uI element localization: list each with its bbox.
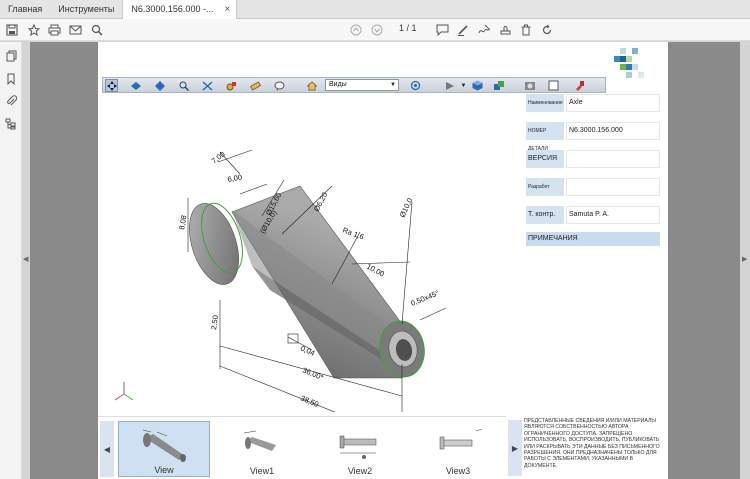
title-row-developer: Разработ [526, 178, 660, 196]
render-mode-icon[interactable] [471, 79, 484, 92]
tab-bar: Главная Инструменты N6.3000.156.000 -...… [0, 0, 750, 19]
title-row-checker: Т. контр. Samuta P. A. [526, 206, 660, 224]
main-toolbar: 1 / 1 [0, 19, 750, 41]
delete-icon[interactable] [518, 22, 534, 38]
page-number-input[interactable]: 1 [390, 23, 404, 33]
title-label: Т. контр. [526, 206, 564, 224]
model-tree-icon[interactable] [409, 79, 422, 92]
tab-document[interactable]: N6.3000.156.000 -... × [122, 0, 238, 19]
dim-label: 2,50 [209, 315, 220, 331]
dim-label: 0,04 [299, 344, 316, 358]
thumbnail-view3[interactable]: View3 [412, 421, 504, 477]
title-value: N6.3000.156.000 [566, 122, 660, 140]
pdf-page: Виды ▼ ▼ 7,00 6,00 8,08 Ø15,60 Ø6,20 (Ø1… [98, 42, 668, 479]
collapse-right-icon[interactable]: ▶ [742, 255, 747, 263]
dim-label: 7,00 [210, 149, 227, 165]
views-dropdown[interactable]: Виды ▼ [325, 79, 399, 91]
layers-icon[interactable] [4, 117, 18, 131]
thumb-prev-icon[interactable]: ◀ [100, 421, 114, 477]
dim-label: 38,50 [299, 394, 320, 409]
document-gutter-right [668, 42, 740, 479]
title-row-part-number: НОМЕР ДЕТАЛИ N6.3000.156.000 [526, 122, 660, 152]
title-row-version: ВЕРСИЯ [526, 150, 660, 168]
title-value: Samuta P. A. [566, 206, 660, 224]
title-value [566, 150, 660, 168]
comment-icon[interactable] [434, 22, 450, 38]
pan-tool-icon[interactable] [129, 79, 142, 92]
section-icon[interactable] [547, 79, 560, 92]
thumbnail-view[interactable]: View [118, 421, 210, 477]
thumbnail-label: View [154, 465, 174, 475]
dim-label: Ø10,0 [398, 197, 415, 219]
home-view-icon[interactable] [305, 79, 318, 92]
rotate-tool-icon[interactable] [105, 79, 118, 92]
title-label: Наименование [526, 94, 564, 112]
tab-document-label: N6.3000.156.000 -... [131, 4, 214, 14]
page-down-icon[interactable] [369, 22, 385, 38]
thumb-next-icon[interactable]: ▶ [508, 420, 522, 476]
save-icon[interactable] [4, 22, 20, 38]
zoom-tool-icon[interactable] [177, 79, 190, 92]
fly-tool-icon[interactable] [201, 79, 214, 92]
stamp-icon[interactable] [497, 22, 513, 38]
dim-label: 0,50x45° [409, 288, 440, 307]
collapse-left-icon[interactable]: ◀ [23, 255, 28, 263]
page-indicator: 1 / 1 [390, 23, 417, 33]
dim-label: 10,00 [365, 262, 386, 279]
bookmark-icon[interactable] [4, 72, 18, 86]
tab-home[interactable]: Главная [0, 0, 50, 19]
move-tool-icon[interactable] [153, 79, 166, 92]
title-label: НОМЕР ДЕТАЛИ [526, 122, 564, 152]
play-animation-icon[interactable] [443, 79, 456, 92]
axis-triad-icon [114, 382, 134, 401]
dim-label: 6,00 [227, 173, 243, 184]
sign-icon[interactable] [476, 22, 492, 38]
disclaimer-text: Представленные сведения и/или материалы … [524, 418, 660, 469]
technical-drawing[interactable]: 7,00 6,00 8,08 Ø15,60 Ø6,20 (Ø10,0) Ra 1… [102, 94, 522, 412]
rotate-icon[interactable] [539, 22, 555, 38]
title-label: ВЕРСИЯ [526, 150, 564, 168]
document-gutter-left [30, 42, 98, 479]
dim-label: Ra 1,6 [341, 225, 365, 241]
search-icon[interactable] [89, 22, 105, 38]
title-row-name: Наименование Axle [526, 94, 660, 112]
left-sidebar [0, 42, 22, 479]
viewer-toolbar: Виды ▼ ▼ [102, 77, 606, 93]
play-dropdown-icon[interactable]: ▼ [457, 79, 470, 92]
thumbnail-label: View2 [347, 466, 373, 476]
title-value [566, 178, 660, 196]
notes-heading: ПРИМЕЧАНИЯ [526, 232, 660, 246]
color-picker-icon[interactable] [573, 79, 586, 92]
thumbnail-label: View1 [249, 466, 275, 476]
measure-tool-icon[interactable] [249, 79, 262, 92]
dim-label: Ø6,20 [312, 191, 330, 213]
thumbnail-view1[interactable]: View1 [216, 421, 308, 477]
pages-icon[interactable] [4, 49, 18, 63]
close-icon[interactable]: × [225, 0, 231, 19]
views-dropdown-value: Виды [329, 81, 347, 88]
dim-label: 36,00* [301, 366, 325, 382]
mail-icon[interactable] [67, 22, 83, 38]
attachment-icon[interactable] [4, 94, 18, 108]
title-value: Axle [566, 94, 660, 112]
title-label: Разработ [526, 178, 564, 196]
lighting-icon[interactable] [493, 79, 506, 92]
camera-tool-icon[interactable] [225, 79, 238, 92]
dim-label: 8,08 [177, 214, 188, 230]
thumbnail-label: View3 [445, 466, 471, 476]
background-color-icon[interactable] [523, 79, 536, 92]
print-icon[interactable] [46, 22, 62, 38]
company-logo [614, 48, 652, 80]
chevron-down-icon: ▼ [390, 82, 396, 88]
pen-icon[interactable] [455, 22, 471, 38]
page-up-icon[interactable] [348, 22, 364, 38]
view-thumbnails: ◀ View View1 View2 View3 [98, 416, 506, 479]
tab-tools[interactable]: Инструменты [50, 0, 122, 19]
star-icon[interactable] [26, 22, 42, 38]
thumbnail-view2[interactable]: View2 [314, 421, 406, 477]
annotate-tool-icon[interactable] [273, 79, 286, 92]
page-total: / 1 [406, 23, 417, 33]
